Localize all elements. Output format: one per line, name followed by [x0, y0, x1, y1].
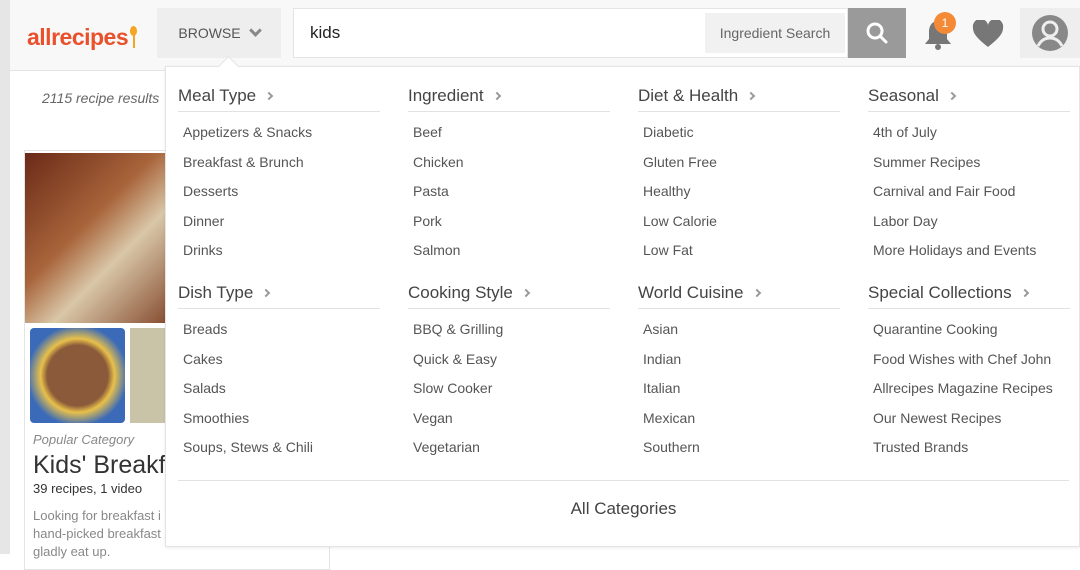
section-heading[interactable]: Seasonal — [868, 81, 1070, 112]
section-heading[interactable]: Diet & Health — [638, 81, 840, 112]
menu-item[interactable]: Pork — [413, 210, 610, 240]
menu-item[interactable]: Smoothies — [183, 407, 380, 437]
browse-button[interactable]: BROWSE — [157, 8, 281, 58]
section-heading[interactable]: Meal Type — [178, 81, 380, 112]
menu-item[interactable]: Gluten Free — [643, 151, 840, 181]
section-heading[interactable]: Ingredient — [408, 81, 610, 112]
menu-item[interactable]: Labor Day — [873, 210, 1070, 240]
menu-item[interactable]: Allrecipes Magazine Recipes — [873, 377, 1070, 407]
card-hero-image — [25, 153, 185, 323]
menu-item[interactable]: Pasta — [413, 180, 610, 210]
menu-item[interactable]: Italian — [643, 377, 840, 407]
search-button[interactable] — [848, 8, 906, 58]
notification-badge: 1 — [934, 12, 956, 34]
menu-item[interactable]: Vegetarian — [413, 436, 610, 466]
menu-section-special-collections: Special Collections Quarantine Cooking Foo… — [868, 278, 1070, 466]
profile-button[interactable] — [1020, 8, 1080, 58]
favorites-button[interactable] — [972, 18, 1004, 53]
menu-section-world-cuisine: World Cuisine Asian Indian Italian Mexican So… — [638, 278, 840, 466]
menu-item[interactable]: 4th of July — [873, 121, 1070, 151]
menu-section-dish-type: Dish Type Breads Cakes Salads Smoothies Soups… — [178, 278, 380, 466]
menu-item[interactable]: Soups, Stews & Chili — [183, 436, 380, 466]
menu-item[interactable]: Drinks — [183, 239, 380, 269]
chevron-right-icon — [262, 288, 271, 298]
menu-item[interactable]: BBQ & Grilling — [413, 318, 610, 348]
menu-item[interactable]: Quick & Easy — [413, 348, 610, 378]
menu-section-diet-health: Diet & Health Diabetic Gluten Free Healthy L… — [638, 81, 840, 269]
search-input[interactable]: kids Ingredient Search — [293, 8, 848, 58]
chevron-right-icon — [264, 91, 274, 101]
menu-section-meal-type: Meal Type Appetizers & Snacks Breakfast & … — [178, 81, 380, 269]
menu-item[interactable]: Cakes — [183, 348, 380, 378]
left-gutter — [0, 0, 10, 554]
chevron-right-icon — [947, 91, 957, 101]
menu-item[interactable]: Desserts — [183, 180, 380, 210]
logo-text: allrecipes — [27, 24, 129, 50]
menu-item[interactable]: Summer Recipes — [873, 151, 1070, 181]
menu-item[interactable]: Beef — [413, 121, 610, 151]
allrecipes-logo[interactable]: allrecipes — [27, 24, 138, 51]
results-count: 2115 recipe results — [42, 90, 160, 106]
heart-icon — [972, 18, 1004, 47]
menu-item[interactable]: Slow Cooker — [413, 377, 610, 407]
browse-label: BROWSE — [178, 25, 241, 41]
chevron-down-icon — [248, 24, 262, 37]
menu-item[interactable]: Dinner — [183, 210, 380, 240]
chevron-right-icon — [752, 288, 761, 298]
menu-section-seasonal: Seasonal 4th of July Summer Recipes Carniva… — [868, 81, 1070, 269]
avatar-icon — [1032, 15, 1068, 51]
menu-item[interactable]: Salads — [183, 377, 380, 407]
menu-item[interactable]: Low Fat — [643, 239, 840, 269]
menu-section-cooking-style: Cooking Style BBQ & Grilling Quick & Easy S… — [408, 278, 610, 466]
card-kicker: Popular Category — [33, 432, 135, 447]
browse-dropdown: All Categories Meal Type Appetizers & Sna… — [165, 66, 1080, 547]
ingredient-search-label: Ingredient Search — [719, 25, 831, 41]
menu-item[interactable]: Carnival and Fair Food — [873, 180, 1070, 210]
menu-item[interactable]: Salmon — [413, 239, 610, 269]
menu-item[interactable]: Our Newest Recipes — [873, 407, 1070, 437]
section-heading[interactable]: Dish Type — [178, 278, 380, 309]
menu-item[interactable]: Chicken — [413, 151, 610, 181]
chevron-right-icon — [746, 91, 756, 101]
menu-item[interactable]: Quarantine Cooking — [873, 318, 1070, 348]
menu-item[interactable]: Low Calorie — [643, 210, 840, 240]
menu-item[interactable]: Southern — [643, 436, 840, 466]
section-heading[interactable]: Cooking Style — [408, 278, 610, 309]
card-thumbnail — [30, 328, 125, 423]
menu-item[interactable]: Food Wishes with Chef John — [873, 348, 1070, 378]
chevron-right-icon — [521, 288, 531, 298]
menu-item[interactable]: Vegan — [413, 407, 610, 437]
chevron-right-icon — [492, 91, 501, 101]
menu-item[interactable]: Breakfast & Brunch — [183, 151, 380, 181]
menu-item[interactable]: Indian — [643, 348, 840, 378]
ingredient-search-button[interactable]: Ingredient Search — [705, 13, 845, 53]
chevron-right-icon — [1020, 288, 1029, 298]
menu-item[interactable]: Diabetic — [643, 121, 840, 151]
menu-item[interactable]: Trusted Brands — [873, 436, 1070, 466]
menu-section-ingredient: Ingredient Beef Chicken Pasta Pork Salmon — [408, 81, 610, 269]
menu-item[interactable]: Appetizers & Snacks — [183, 121, 380, 151]
search-value: kids — [310, 23, 341, 42]
menu-item[interactable]: Breads — [183, 318, 380, 348]
card-meta: 39 recipes, 1 video — [33, 481, 143, 496]
search-icon — [866, 22, 888, 44]
all-categories-link[interactable]: All Categories — [178, 480, 1069, 519]
menu-item[interactable]: More Holidays and Events — [873, 239, 1070, 269]
menu-item[interactable]: Asian — [643, 318, 840, 348]
section-heading[interactable]: Special Collections — [868, 278, 1070, 309]
menu-item[interactable]: Mexican — [643, 407, 840, 437]
section-heading[interactable]: World Cuisine — [638, 278, 840, 309]
spoon-icon — [130, 26, 138, 48]
menu-item[interactable]: Healthy — [643, 180, 840, 210]
